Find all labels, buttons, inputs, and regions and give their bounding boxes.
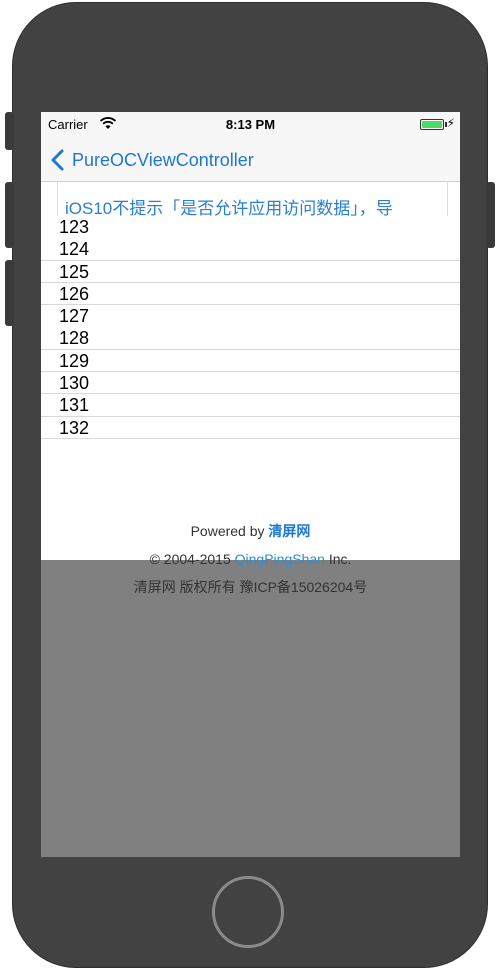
mute-switch: [5, 112, 14, 150]
app-area: Carrier 8:13 PM ⚡ PureOCViewController i…: [41, 112, 460, 595]
list-item: 131: [41, 394, 460, 417]
divider-right: [447, 182, 448, 216]
home-button[interactable]: [212, 876, 284, 948]
company-link[interactable]: QingPingShan: [235, 551, 325, 567]
list-item: 130: [41, 372, 460, 395]
list-item: 132: [41, 417, 460, 439]
back-button-label: PureOCViewController: [72, 149, 254, 170]
list-item: 123: [59, 217, 90, 237]
powered-by-text: Powered by: [190, 523, 265, 539]
copyright-suffix: Inc.: [328, 551, 352, 567]
list-item: 125: [41, 261, 460, 283]
status-bar: Carrier 8:13 PM ⚡: [41, 112, 460, 138]
volume-down-button: [5, 260, 14, 326]
navigation-bar: PureOCViewController: [41, 138, 460, 182]
icp-line: 清屏网 版权所有 豫ICP备15026204号: [133, 579, 368, 595]
status-time: 8:13 PM: [225, 117, 276, 132]
article-title-row: iOS10不提示「是否允许应用访问数据」，导: [41, 182, 460, 218]
number-list: 123 124 125 126 127 128 129 130 131 132: [41, 216, 460, 439]
chevron-left-icon: [51, 149, 64, 171]
copyright-line: © 2004-2015 QingPingShan Inc.: [41, 550, 460, 578]
back-button[interactable]: PureOCViewController: [49, 138, 254, 182]
list-item: 129: [41, 350, 460, 373]
volume-up-button: [5, 182, 14, 248]
list-item: 128: [41, 327, 460, 350]
copyright-text: © 2004-2015: [149, 551, 231, 567]
content-area: iOS10不提示「是否允许应用访问数据」，导 123 124 125 126 1…: [41, 182, 460, 595]
power-button: [486, 182, 495, 248]
powered-by-line: Powered by 清屏网: [41, 522, 460, 550]
iphone-device-frame: Carrier 8:13 PM ⚡ PureOCViewController i…: [0, 0, 500, 970]
footer: Powered by 清屏网 © 2004-2015 QingPingShan …: [41, 522, 460, 606]
divider-left: [57, 182, 58, 216]
device-screen: Carrier 8:13 PM ⚡ PureOCViewController i…: [41, 112, 460, 857]
charging-bolt-icon: ⚡: [446, 116, 455, 130]
list-item: 127: [59, 306, 90, 327]
list-item: 126: [41, 283, 460, 306]
battery-icon: [420, 119, 444, 130]
list-item: 124: [41, 238, 460, 261]
brand-link[interactable]: 清屏网: [268, 523, 310, 539]
